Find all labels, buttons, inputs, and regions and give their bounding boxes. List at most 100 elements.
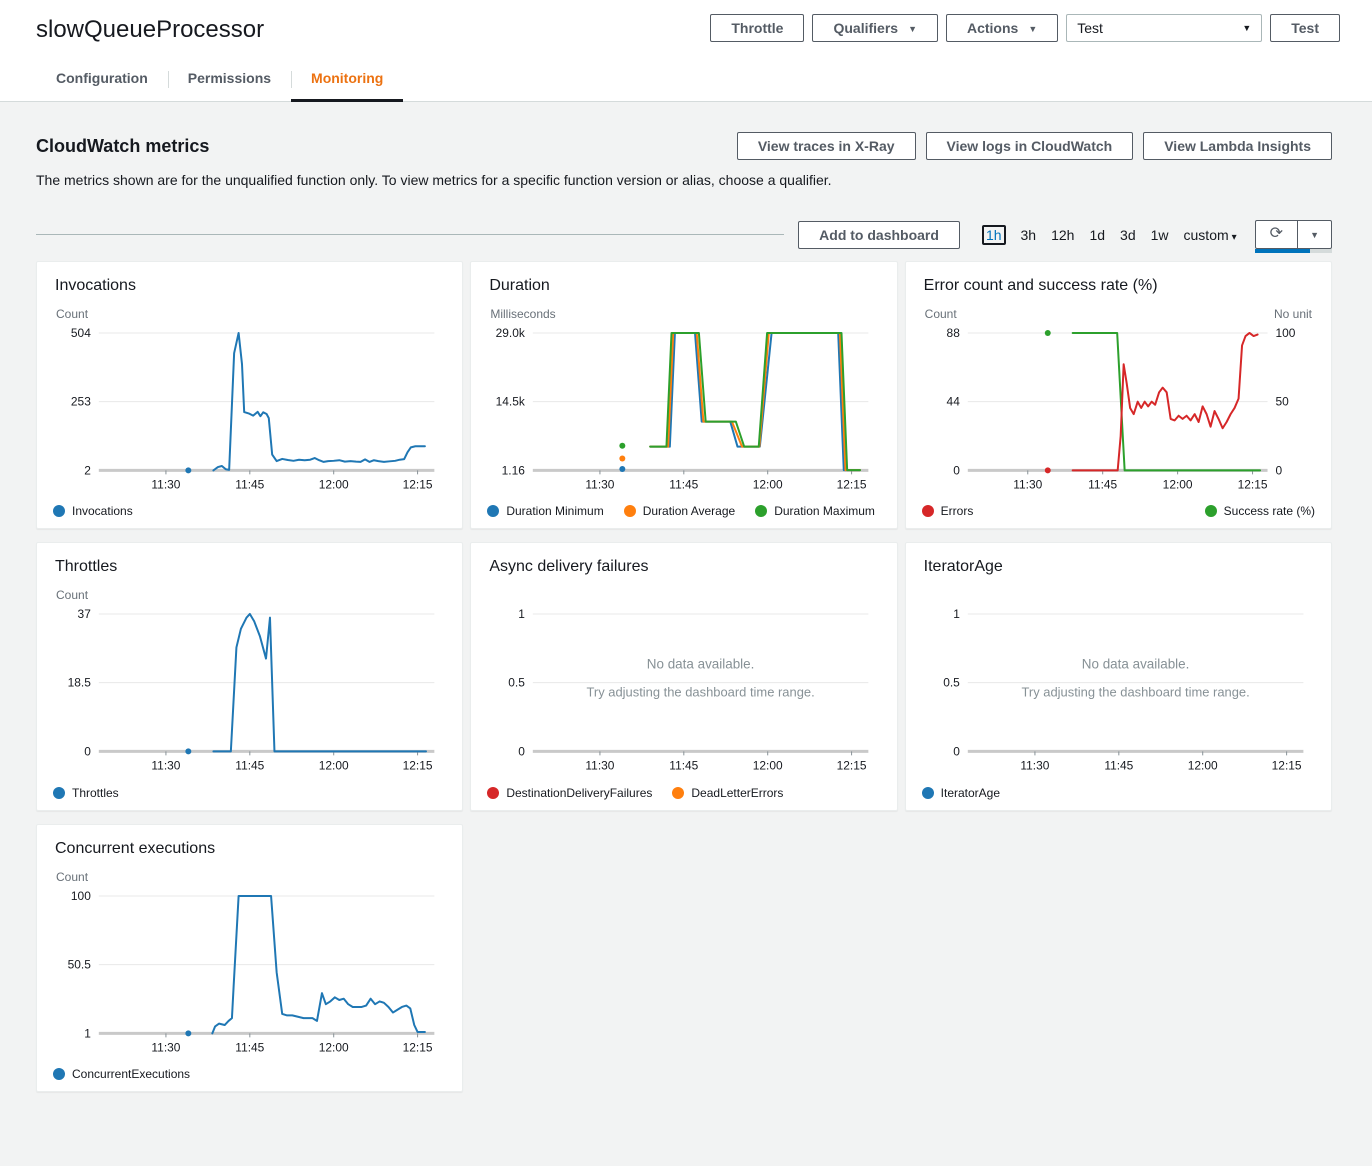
- svg-text:0: 0: [1275, 463, 1282, 477]
- refresh-options-button[interactable]: ▼: [1298, 220, 1332, 249]
- chart-title: Duration: [489, 277, 880, 295]
- legend-marker: [53, 505, 65, 517]
- legend-marker: [53, 1068, 65, 1080]
- legend-marker: [922, 787, 934, 799]
- test-button[interactable]: Test: [1270, 14, 1340, 42]
- test-event-select[interactable]: Test▼: [1066, 14, 1262, 42]
- legend-item[interactable]: IteratorAge: [922, 786, 1000, 800]
- lambda-function-page: slowQueueProcessor Throttle Qualifiers▼ …: [0, 0, 1372, 1166]
- actions-button[interactable]: Actions▼: [946, 14, 1058, 42]
- chart-canvas: 3718.5011:3011:4512:0012:15: [53, 606, 446, 779]
- svg-text:12:00: 12:00: [319, 477, 349, 491]
- svg-text:12:15: 12:15: [837, 759, 867, 773]
- metric-chart-card: Concurrent executions Count 10050.5111:3…: [36, 824, 463, 1092]
- legend-marker: [672, 787, 684, 799]
- svg-text:Try adjusting the dashboard ti: Try adjusting the dashboard time range.: [587, 685, 815, 700]
- svg-text:11:45: 11:45: [235, 477, 264, 491]
- svg-text:253: 253: [71, 395, 91, 409]
- svg-text:11:30: 11:30: [586, 759, 615, 773]
- svg-text:12:00: 12:00: [753, 477, 783, 491]
- legend-marker: [922, 505, 934, 517]
- svg-text:11:30: 11:30: [1020, 759, 1049, 773]
- svg-text:11:45: 11:45: [670, 477, 699, 491]
- chart-legend: ConcurrentExecutions: [53, 1067, 446, 1081]
- svg-text:11:45: 11:45: [235, 1040, 264, 1054]
- tab-bar: Configuration Permissions Monitoring: [32, 70, 1340, 101]
- legend-item[interactable]: Duration Minimum: [487, 504, 603, 518]
- tab-monitoring[interactable]: Monitoring: [291, 70, 403, 101]
- chart-unit-row: Count: [53, 307, 446, 321]
- refresh-button-group: ⟳ ▼: [1255, 220, 1332, 249]
- view-lambda-insights-button[interactable]: View Lambda Insights: [1143, 132, 1332, 160]
- svg-text:12:00: 12:00: [1187, 759, 1217, 773]
- legend-item[interactable]: Errors: [922, 504, 974, 518]
- chart-unit-row: Milliseconds: [487, 307, 880, 321]
- add-to-dashboard-button[interactable]: Add to dashboard: [798, 221, 960, 249]
- svg-text:1: 1: [84, 1026, 91, 1040]
- time-range-1h[interactable]: 1h: [982, 225, 1006, 245]
- legend-item[interactable]: Duration Average: [624, 504, 736, 518]
- legend-item[interactable]: Success rate (%): [1205, 504, 1315, 518]
- svg-text:No data available.: No data available.: [647, 657, 755, 672]
- chevron-down-icon: ▼: [908, 24, 917, 34]
- chart-title: Error count and success rate (%): [924, 277, 1315, 295]
- qualifiers-button[interactable]: Qualifiers▼: [812, 14, 938, 42]
- chart-legend: Duration Minimum Duration Average Duration…: [487, 504, 880, 518]
- legend-label: Duration Average: [643, 504, 736, 518]
- tab-configuration[interactable]: Configuration: [36, 70, 168, 101]
- chart-controls-row: Add to dashboard 1h 3h 12h 1d 3d 1w custom▾ ⟳ …: [36, 220, 1332, 249]
- header-actions: Throttle Qualifiers▼ Actions▼ Test▼ Test: [710, 14, 1340, 42]
- legend-item[interactable]: Duration Maximum: [755, 504, 875, 518]
- legend-item[interactable]: Throttles: [53, 786, 119, 800]
- svg-text:1.16: 1.16: [502, 463, 526, 477]
- time-range-12h[interactable]: 12h: [1051, 227, 1074, 243]
- time-range-3d[interactable]: 3d: [1120, 227, 1136, 243]
- section-buttons: View traces in X-Ray View logs in CloudW…: [737, 132, 1332, 160]
- svg-text:11:45: 11:45: [235, 759, 264, 773]
- chart-canvas: 8844010050011:3011:4512:0012:15: [922, 325, 1315, 498]
- legend-label: Duration Maximum: [774, 504, 875, 518]
- time-range-1w[interactable]: 1w: [1151, 227, 1169, 243]
- svg-text:12:15: 12:15: [837, 477, 867, 491]
- legend-item[interactable]: ConcurrentExecutions: [53, 1067, 190, 1081]
- view-traces-xray-button[interactable]: View traces in X-Ray: [737, 132, 916, 160]
- chart-legend: DestinationDeliveryFailures DeadLetterErr…: [487, 786, 880, 800]
- function-header: slowQueueProcessor Throttle Qualifiers▼ …: [0, 0, 1372, 102]
- chevron-down-icon: ▼: [1028, 24, 1037, 34]
- y-axis-unit-left: Count: [56, 588, 88, 602]
- legend-label: Errors: [941, 504, 974, 518]
- y-axis-unit-right: No unit: [1274, 307, 1312, 321]
- svg-text:1: 1: [519, 607, 526, 621]
- chart-canvas: 504253211:3011:4512:0012:15: [53, 325, 446, 498]
- svg-text:12:00: 12:00: [319, 1040, 349, 1054]
- chart-unit-row: Count No unit: [922, 307, 1315, 321]
- legend-label: DestinationDeliveryFailures: [506, 786, 652, 800]
- metric-chart-card: Invocations Count 504253211:3011:4512:00…: [36, 261, 463, 529]
- time-range-3h[interactable]: 3h: [1021, 227, 1037, 243]
- time-range-custom[interactable]: custom▾: [1184, 227, 1237, 243]
- chart-canvas: 10050.5111:3011:4512:0012:15: [53, 888, 446, 1061]
- legend-marker: [487, 505, 499, 517]
- svg-text:29.0k: 29.0k: [496, 326, 525, 340]
- svg-text:Try adjusting the dashboard ti: Try adjusting the dashboard time range.: [1021, 685, 1249, 700]
- view-logs-cloudwatch-button[interactable]: View logs in CloudWatch: [926, 132, 1134, 160]
- svg-text:12:15: 12:15: [403, 477, 433, 491]
- chart-title: Concurrent executions: [55, 840, 446, 858]
- time-range-1d[interactable]: 1d: [1089, 227, 1105, 243]
- metrics-description: The metrics shown are for the unqualifie…: [36, 172, 1332, 188]
- svg-text:0: 0: [519, 745, 526, 759]
- section-title: CloudWatch metrics: [36, 136, 209, 157]
- legend-item[interactable]: Invocations: [53, 504, 133, 518]
- chart-unit-row: [922, 588, 1315, 602]
- legend-item[interactable]: DeadLetterErrors: [672, 786, 783, 800]
- refresh-button[interactable]: ⟳: [1255, 220, 1298, 249]
- svg-text:12:00: 12:00: [753, 759, 783, 773]
- legend-marker: [487, 787, 499, 799]
- legend-item[interactable]: DestinationDeliveryFailures: [487, 786, 652, 800]
- svg-text:12:15: 12:15: [403, 1040, 433, 1054]
- tab-permissions[interactable]: Permissions: [168, 70, 291, 101]
- throttle-button[interactable]: Throttle: [710, 14, 804, 42]
- refresh-progress-bar: [1255, 249, 1332, 253]
- svg-text:37: 37: [78, 607, 92, 621]
- metric-chart-card: Throttles Count 3718.5011:3011:4512:0012…: [36, 542, 463, 810]
